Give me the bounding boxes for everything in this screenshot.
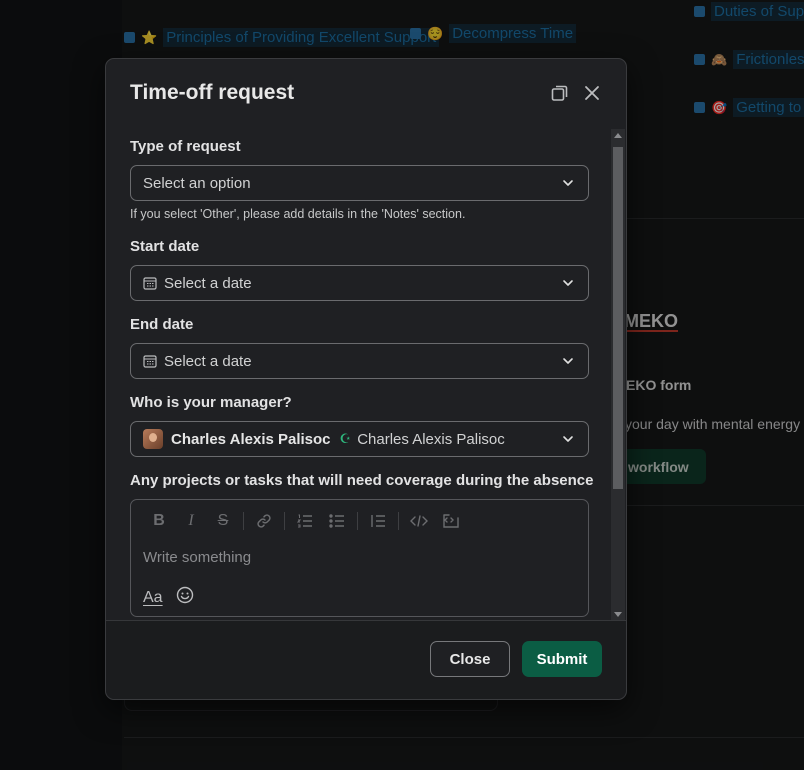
end-date-picker[interactable]: Select a date (130, 343, 589, 379)
start-date-picker[interactable]: Select a date (130, 265, 589, 301)
strikethrough-icon[interactable]: S (207, 510, 239, 532)
start-date-label: Start date (130, 238, 200, 255)
manager-name: Charles Alexis Palisoc (357, 430, 505, 448)
manager-name-bold: Charles Alexis Palisoc (171, 430, 331, 448)
type-label: Type of request (130, 138, 241, 155)
chevron-down-icon (563, 180, 573, 186)
modal-body[interactable]: Type of request Select an option If you … (106, 127, 626, 623)
toolbar-divider (243, 512, 244, 530)
text-format-button[interactable]: Aa (143, 589, 163, 607)
type-select-value: Select an option (143, 174, 251, 192)
end-date-value: Select a date (164, 352, 252, 370)
scroll-down-icon[interactable] (614, 612, 622, 617)
toolbar-divider (398, 512, 399, 530)
avatar (143, 429, 163, 449)
code-icon[interactable] (403, 510, 435, 532)
coverage-editor[interactable]: B I S Write something Aa (130, 499, 589, 617)
manager-select[interactable]: Charles Alexis Palisoc ☪ Charles Alexis … (130, 421, 589, 457)
start-date-value: Select a date (164, 274, 252, 292)
type-select[interactable]: Select an option (130, 165, 589, 201)
modal-footer: Close Submit (106, 620, 626, 699)
calendar-icon (143, 355, 157, 368)
format-toolbar: B I S (143, 510, 467, 532)
calendar-icon (143, 277, 157, 290)
coverage-placeholder: Write something (143, 549, 252, 566)
close-icon[interactable] (582, 83, 602, 103)
ordered-list-icon[interactable] (289, 510, 321, 532)
bold-icon[interactable]: B (143, 510, 175, 532)
toolbar-divider (284, 512, 285, 530)
italic-icon[interactable]: I (175, 510, 207, 532)
chevron-down-icon (563, 280, 573, 286)
coverage-label: Any projects or tasks that will need cov… (130, 472, 594, 489)
type-hint: If you select 'Other', please add detail… (130, 207, 466, 221)
manager-label: Who is your manager? (130, 394, 292, 411)
end-date-label: End date (130, 316, 194, 333)
scrollbar-thumb[interactable] (613, 147, 623, 489)
scroll-up-icon[interactable] (614, 133, 622, 138)
modal-scrollbar[interactable] (611, 129, 625, 621)
time-off-modal: Time-off request Type of request Select … (105, 58, 627, 700)
workspace-mark-icon: ☪ (339, 431, 352, 446)
chevron-down-icon (563, 436, 573, 442)
toolbar-divider (357, 512, 358, 530)
close-button[interactable]: Close (430, 641, 510, 677)
emoji-icon[interactable] (176, 586, 194, 604)
blockquote-icon[interactable] (362, 510, 394, 532)
modal-title: Time-off request (130, 81, 295, 104)
submit-button[interactable]: Submit (522, 641, 602, 677)
bullet-list-icon[interactable] (321, 510, 353, 532)
chevron-down-icon (563, 358, 573, 364)
link-icon[interactable] (248, 510, 280, 532)
popout-icon[interactable] (550, 83, 570, 103)
code-block-icon[interactable] (435, 510, 467, 532)
